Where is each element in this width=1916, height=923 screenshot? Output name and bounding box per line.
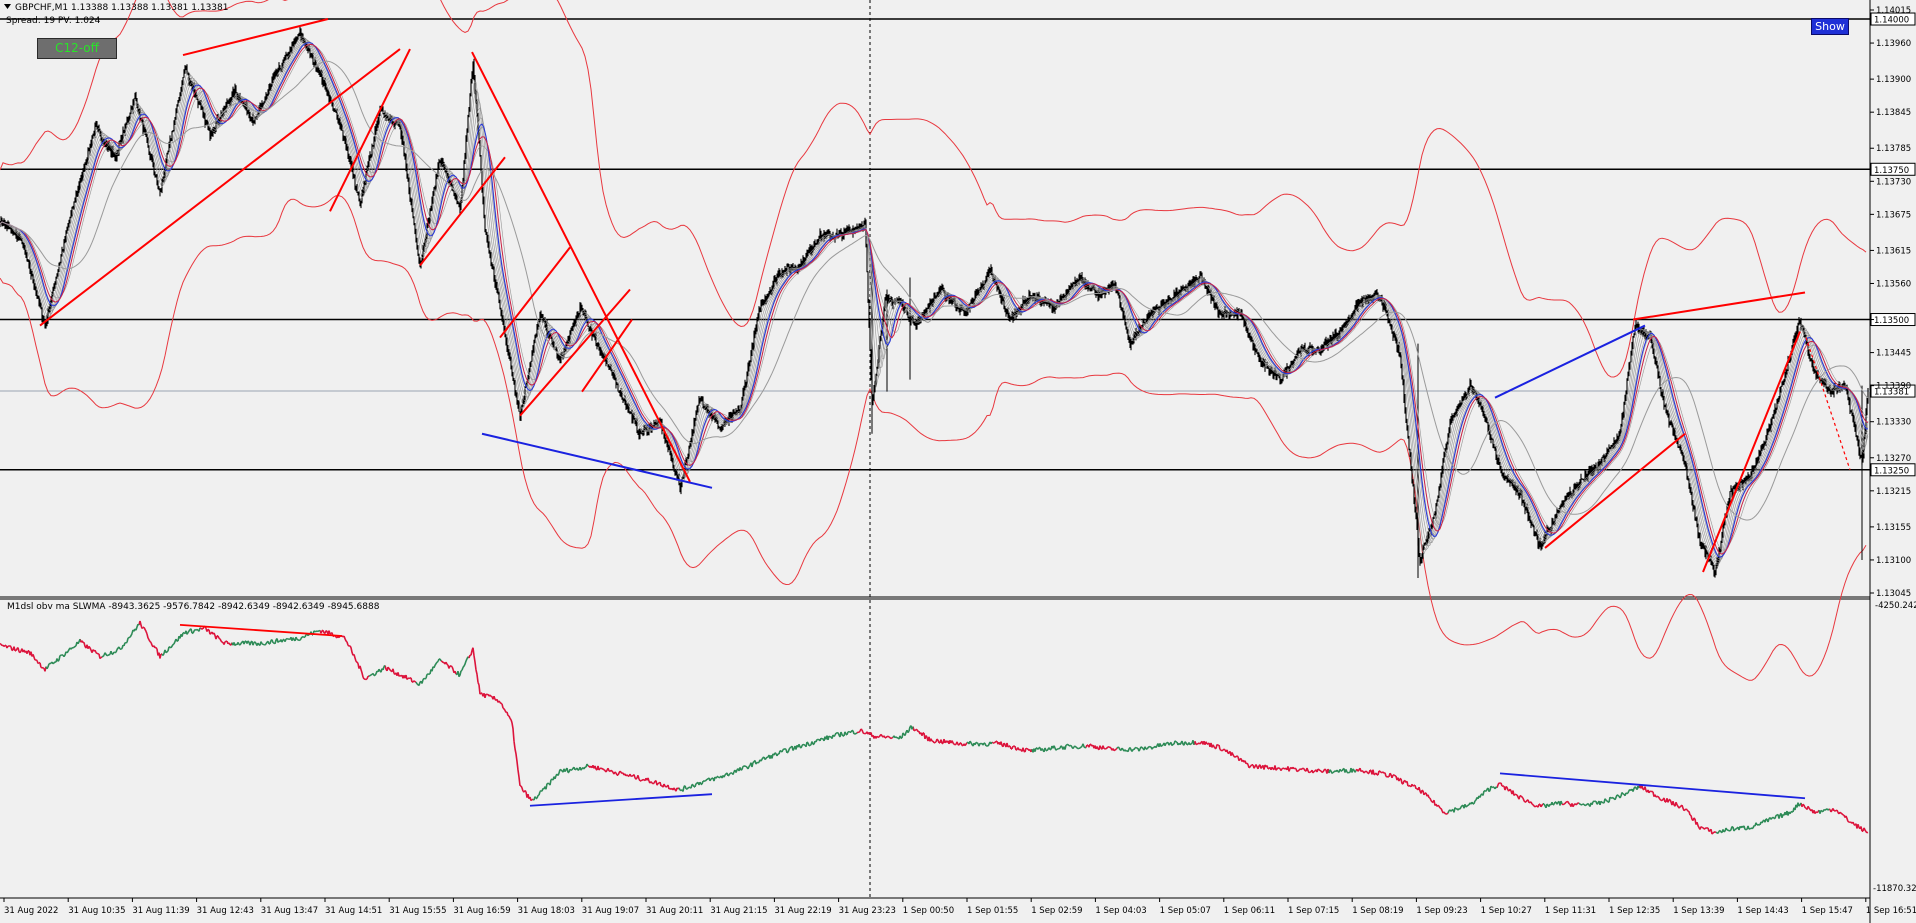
- time-tick-label: 31 Aug 22:19: [774, 906, 831, 916]
- time-tick-label: 31 Aug 12:43: [197, 906, 254, 916]
- symbol-header: GBPCHF,M1 1.13388 1.13388 1.13381 1.1338…: [15, 3, 229, 13]
- price-tick-label: 1.13215: [1876, 487, 1911, 497]
- obv-axis-bottom-label: -11870.32: [1873, 884, 1916, 894]
- time-tick-label: 31 Aug 13:47: [261, 906, 318, 916]
- c12-toggle-button[interactable]: C12-off: [37, 38, 117, 59]
- time-tick-label: 1 Sep 13:39: [1673, 906, 1724, 916]
- time-tick-label: 1 Sep 05:07: [1160, 906, 1211, 916]
- price-tick-label: 1.13900: [1876, 75, 1911, 85]
- price-tick-label: 1.13675: [1876, 210, 1911, 220]
- time-tick-label: 1 Sep 07:15: [1288, 906, 1339, 916]
- price-tick-label: 1.13730: [1876, 177, 1911, 187]
- chart-terminal[interactable]: 1.14000 1.13750 1.13500 1.13250 1.13381 1.140…: [0, 0, 1916, 923]
- time-tick-label: 1 Sep 12:35: [1609, 906, 1660, 916]
- price-tick-label: 1.13560: [1876, 279, 1911, 289]
- time-tick-label: 31 Aug 23:23: [839, 906, 896, 916]
- time-tick-label: 1 Sep 15:47: [1802, 906, 1853, 916]
- time-tick-label: 31 Aug 20:11: [646, 906, 703, 916]
- chart-canvas[interactable]: 1.140001.137501.135001.132501.133811.140…: [0, 0, 1916, 923]
- price-tick-label: 1.13330: [1876, 418, 1911, 428]
- time-tick-label: 1 Sep 16:51: [1866, 906, 1916, 916]
- time-tick-label: 1 Sep 09:23: [1416, 906, 1467, 916]
- time-tick-label: 1 Sep 14:43: [1737, 906, 1788, 916]
- price-tick-label: 1.13390: [1876, 382, 1911, 392]
- time-tick-label: 31 Aug 18:03: [518, 906, 575, 916]
- time-tick-label: 31 Aug 21:15: [710, 906, 767, 916]
- level-price-label: 1.13750: [1874, 166, 1909, 176]
- price-tick-label: 1.13615: [1876, 246, 1911, 256]
- chart-dropdown-icon[interactable]: [3, 2, 12, 11]
- time-tick-label: 1 Sep 06:11: [1224, 906, 1275, 916]
- price-tick-label: 1.13845: [1876, 108, 1911, 118]
- price-tick-label: 1.13155: [1876, 523, 1911, 533]
- time-tick-label: 1 Sep 00:50: [903, 906, 954, 916]
- time-tick-label: 31 Aug 10:35: [68, 906, 125, 916]
- level-price-label: 1.14000: [1874, 16, 1909, 26]
- time-tick-label: 1 Sep 08:19: [1352, 906, 1403, 916]
- time-tick-label: 1 Sep 11:31: [1545, 906, 1596, 916]
- obv-axis-top-label: -4250.242: [1875, 601, 1916, 611]
- price-tick-label: 1.13100: [1876, 556, 1911, 566]
- time-tick-label: 31 Aug 11:39: [132, 906, 189, 916]
- time-tick-label: 1 Sep 01:55: [967, 906, 1018, 916]
- level-price-label: 1.13250: [1874, 466, 1909, 476]
- level-price-label: 1.13500: [1874, 316, 1909, 326]
- price-tick-label: 1.13445: [1876, 349, 1911, 359]
- time-tick-label: 31 Aug 2022: [4, 906, 58, 916]
- price-tick-label: 1.13045: [1876, 589, 1911, 599]
- spread-header: Spread: 19 PV: 1.024: [6, 16, 101, 26]
- time-tick-label: 1 Sep 04:03: [1095, 906, 1146, 916]
- time-tick-label: 31 Aug 19:07: [582, 906, 639, 916]
- indicator-header: M1dsl obv ma SLWMA -8943.3625 -9576.7842…: [7, 602, 380, 612]
- price-tick-label: 1.14015: [1876, 6, 1911, 16]
- price-tick-label: 1.13785: [1876, 144, 1911, 154]
- time-tick-label: 1 Sep 02:59: [1031, 906, 1082, 916]
- show-button[interactable]: Show: [1811, 18, 1849, 35]
- price-tick-label: 1.13960: [1876, 39, 1911, 49]
- time-tick-label: 1 Sep 10:27: [1481, 906, 1532, 916]
- time-tick-label: 31 Aug 14:51: [325, 906, 382, 916]
- price-tick-label: 1.13270: [1876, 454, 1911, 464]
- time-tick-label: 31 Aug 16:59: [453, 906, 510, 916]
- time-tick-label: 31 Aug 15:55: [389, 906, 446, 916]
